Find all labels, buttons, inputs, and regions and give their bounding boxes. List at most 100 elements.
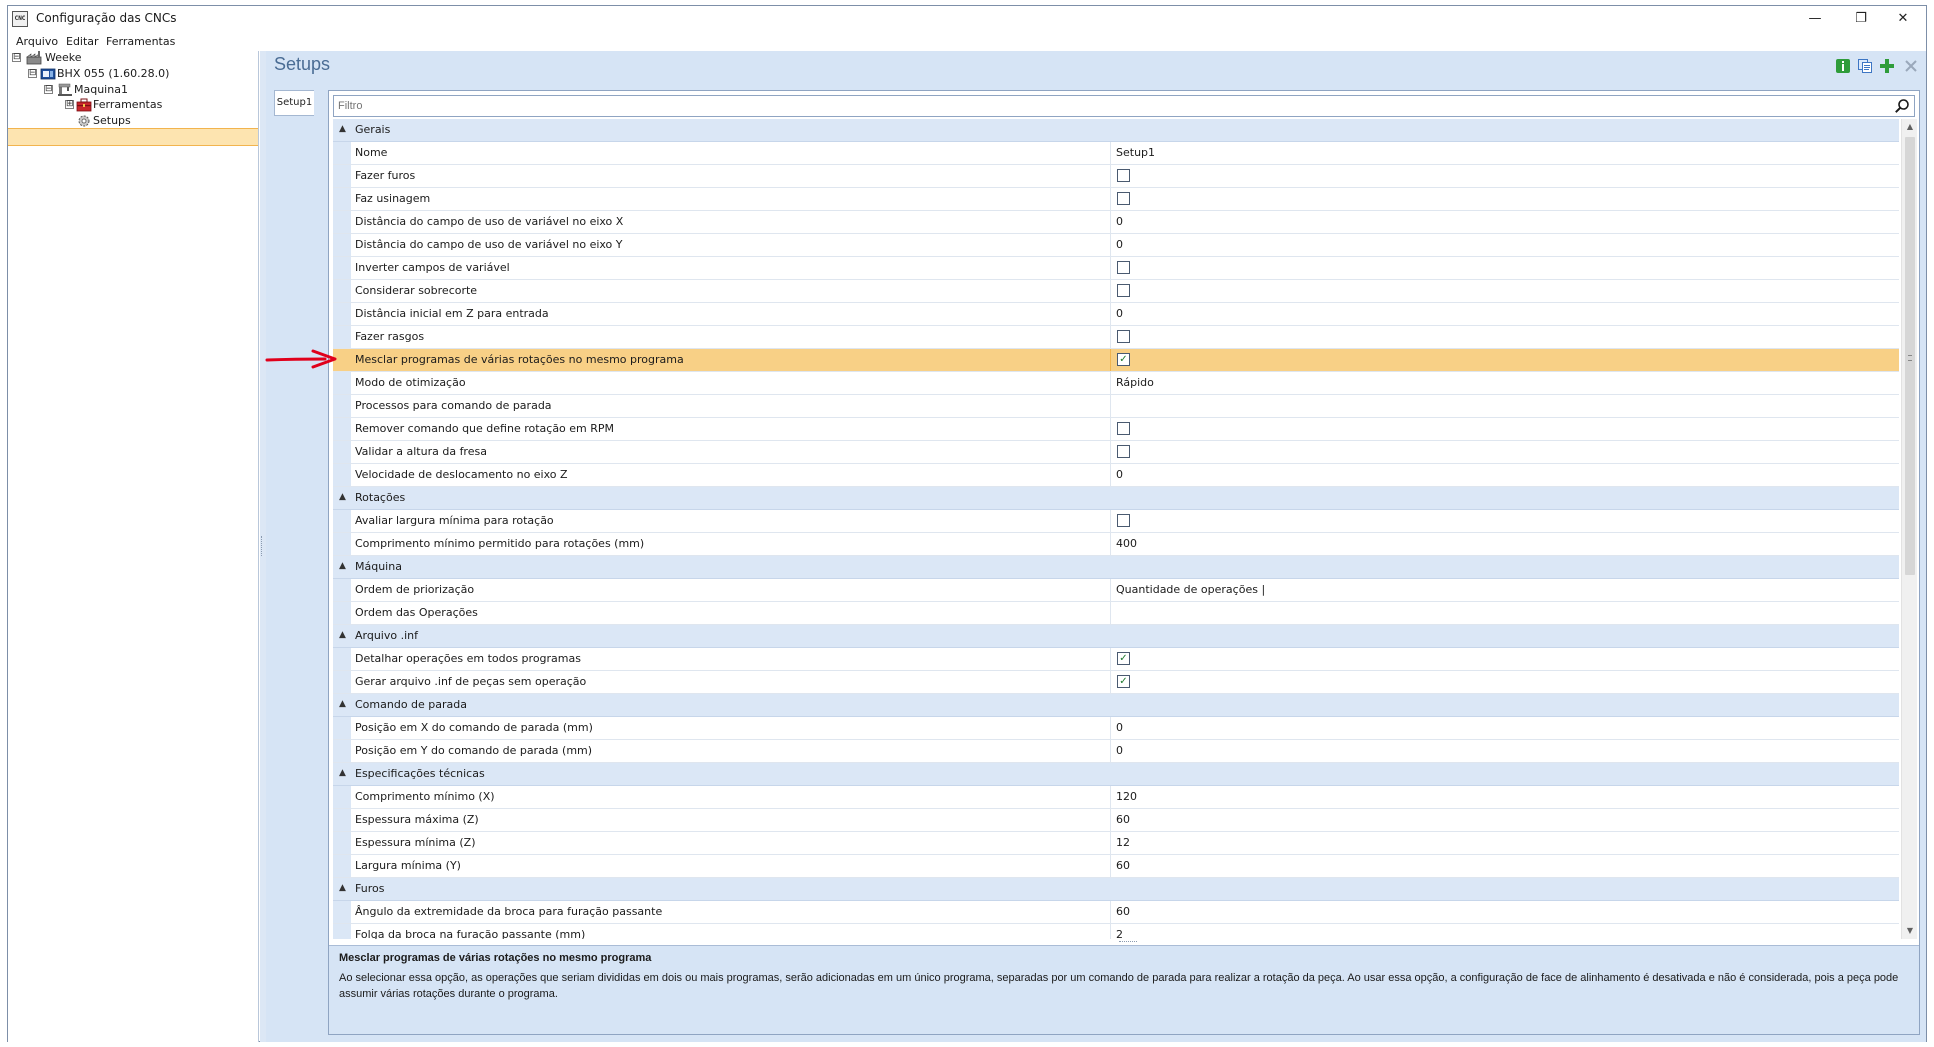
property-row[interactable]: Velocidade de deslocamento no eixo Z0	[333, 464, 1899, 487]
menu-editar[interactable]: Editar	[66, 35, 99, 48]
search-icon[interactable]	[1894, 98, 1910, 114]
property-value[interactable]: 0	[1116, 234, 1876, 256]
property-row[interactable]: Distância do campo de uso de variável no…	[333, 234, 1899, 257]
property-value[interactable]: 0	[1116, 303, 1876, 325]
property-row[interactable]: Faz usinagem	[333, 188, 1899, 211]
property-row[interactable]: Avaliar largura mínima para rotação	[333, 510, 1899, 533]
collapse-caret-icon[interactable]: ▲	[339, 492, 346, 502]
expand-icon[interactable]: ⊞	[65, 100, 74, 109]
property-value[interactable]: 0	[1116, 211, 1876, 233]
row-gutter	[333, 786, 351, 808]
checkbox[interactable]	[1117, 514, 1130, 527]
property-row[interactable]: Considerar sobrecorte	[333, 280, 1899, 303]
property-value[interactable]: 12	[1116, 832, 1876, 854]
checkbox[interactable]	[1117, 192, 1130, 205]
checkbox-checked[interactable]: ✓	[1117, 675, 1130, 688]
property-row[interactable]: Ângulo da extremidade da broca para fura…	[333, 901, 1899, 924]
maximize-button[interactable]: ❐	[1838, 6, 1884, 32]
checkbox[interactable]	[1117, 169, 1130, 182]
property-row[interactable]: Posição em X do comando de parada (mm) 0	[333, 717, 1899, 740]
property-value[interactable]: Rápido	[1116, 372, 1876, 394]
property-row[interactable]: Nome Setup1	[333, 142, 1899, 165]
scroll-up-icon[interactable]: ▲	[1902, 119, 1918, 135]
menu-ferramentas[interactable]: Ferramentas	[106, 35, 175, 48]
property-value[interactable]	[1116, 602, 1876, 624]
filter-input[interactable]	[338, 98, 1878, 114]
collapse-icon[interactable]: ⊟	[28, 69, 37, 78]
property-value[interactable]	[1116, 395, 1876, 417]
scroll-down-icon[interactable]: ▼	[1902, 923, 1918, 939]
collapse-caret-icon[interactable]: ▲	[339, 124, 346, 134]
category-row[interactable]: ▲ Rotações	[333, 487, 1899, 510]
category-row[interactable]: ▲ Comando de parada	[333, 694, 1899, 717]
property-row[interactable]: Mesclar programas de várias rotações no …	[333, 349, 1899, 372]
collapse-icon[interactable]: ⊟	[12, 53, 21, 62]
category-row[interactable]: ▲ Máquina	[333, 556, 1899, 579]
property-value[interactable]: Quantidade de operações |	[1116, 579, 1876, 601]
property-row[interactable]: Inverter campos de variável	[333, 257, 1899, 280]
property-value[interactable]: 400	[1116, 533, 1876, 555]
property-row[interactable]: Modo de otimização Rápido	[333, 372, 1899, 395]
checkbox-checked[interactable]: ✓	[1117, 652, 1130, 665]
collapse-caret-icon[interactable]: ▲	[339, 630, 346, 640]
property-row[interactable]: Validar a altura da fresa	[333, 441, 1899, 464]
property-row[interactable]: Folga da broca na furação passante (mm) 2	[333, 924, 1899, 939]
property-value[interactable]: 60	[1116, 901, 1876, 923]
property-row[interactable]: Fazer furos	[333, 165, 1899, 188]
checkbox[interactable]	[1117, 261, 1130, 274]
property-value[interactable]: 60	[1116, 809, 1876, 831]
splitter-grip[interactable]	[261, 536, 264, 556]
close-button[interactable]: ✕	[1880, 6, 1926, 32]
minimize-button[interactable]: —	[1792, 6, 1838, 32]
property-row[interactable]: Posição em Y do comando de parada (mm) 0	[333, 740, 1899, 763]
checkbox[interactable]	[1117, 422, 1130, 435]
property-row[interactable]: Espessura mínima (Z) 12	[333, 832, 1899, 855]
property-row[interactable]: Ordem das Operações	[333, 602, 1899, 625]
row-gutter	[333, 740, 351, 762]
property-row[interactable]: Remover comando que define rotação em RP…	[333, 418, 1899, 441]
menu-arquivo[interactable]: Arquivo	[16, 35, 58, 48]
row-gutter	[333, 234, 351, 256]
property-value[interactable]: 2	[1116, 924, 1876, 939]
property-row[interactable]: Distância do campo de uso de variável no…	[333, 211, 1899, 234]
property-value[interactable]: 0	[1116, 740, 1876, 762]
add-icon[interactable]	[1879, 58, 1895, 74]
tree-node-setups[interactable]: Setups	[8, 112, 248, 130]
property-value[interactable]: 0	[1116, 717, 1876, 739]
tab-setup1[interactable]: Setup1	[274, 90, 314, 116]
splitter-grip[interactable]	[1119, 941, 1137, 944]
close-icon[interactable]	[1903, 58, 1919, 74]
category-row[interactable]: ▲ Especificações técnicas	[333, 763, 1899, 786]
property-row[interactable]: Comprimento mínimo (X) 120	[333, 786, 1899, 809]
checkbox[interactable]	[1117, 284, 1130, 297]
copy-icon[interactable]	[1857, 58, 1873, 74]
collapse-caret-icon[interactable]: ▲	[339, 768, 346, 778]
property-row[interactable]: Gerar arquivo .inf de peças sem operação…	[333, 671, 1899, 694]
collapse-icon[interactable]: ⊟	[44, 85, 53, 94]
property-row[interactable]: Detalhar operações em todos programas ✓	[333, 648, 1899, 671]
property-row[interactable]: Largura mínima (Y) 60	[333, 855, 1899, 878]
scroll-thumb[interactable]	[1905, 137, 1915, 575]
property-row[interactable]: Processos para comando de parada	[333, 395, 1899, 418]
property-row[interactable]: Fazer rasgos	[333, 326, 1899, 349]
property-value[interactable]: 120	[1116, 786, 1876, 808]
vertical-scrollbar[interactable]: ▲ ▼	[1901, 119, 1917, 939]
category-row[interactable]: ▲ Arquivo .inf	[333, 625, 1899, 648]
checkbox[interactable]	[1117, 330, 1130, 343]
property-value[interactable]: Setup1	[1116, 142, 1876, 164]
checkbox-checked[interactable]: ✓	[1117, 353, 1130, 366]
property-value[interactable]: 0	[1116, 464, 1876, 486]
property-value[interactable]: 60	[1116, 855, 1876, 877]
property-row[interactable]: Ordem de priorização Quantidade de operaç…	[333, 579, 1899, 602]
collapse-caret-icon[interactable]: ▲	[339, 883, 346, 893]
category-row[interactable]: ▲ Gerais	[333, 119, 1899, 142]
property-row[interactable]: Espessura máxima (Z) 60	[333, 809, 1899, 832]
category-row[interactable]: ▲ Furos	[333, 878, 1899, 901]
checkbox[interactable]	[1117, 445, 1130, 458]
collapse-caret-icon[interactable]: ▲	[339, 699, 346, 709]
property-row[interactable]: Comprimento mínimo permitido para rotaçõ…	[333, 533, 1899, 556]
property-row[interactable]: Distância inicial em Z para entrada 0	[333, 303, 1899, 326]
collapse-caret-icon[interactable]: ▲	[339, 561, 346, 571]
info-icon[interactable]	[1835, 58, 1851, 74]
row-gutter	[333, 510, 351, 532]
